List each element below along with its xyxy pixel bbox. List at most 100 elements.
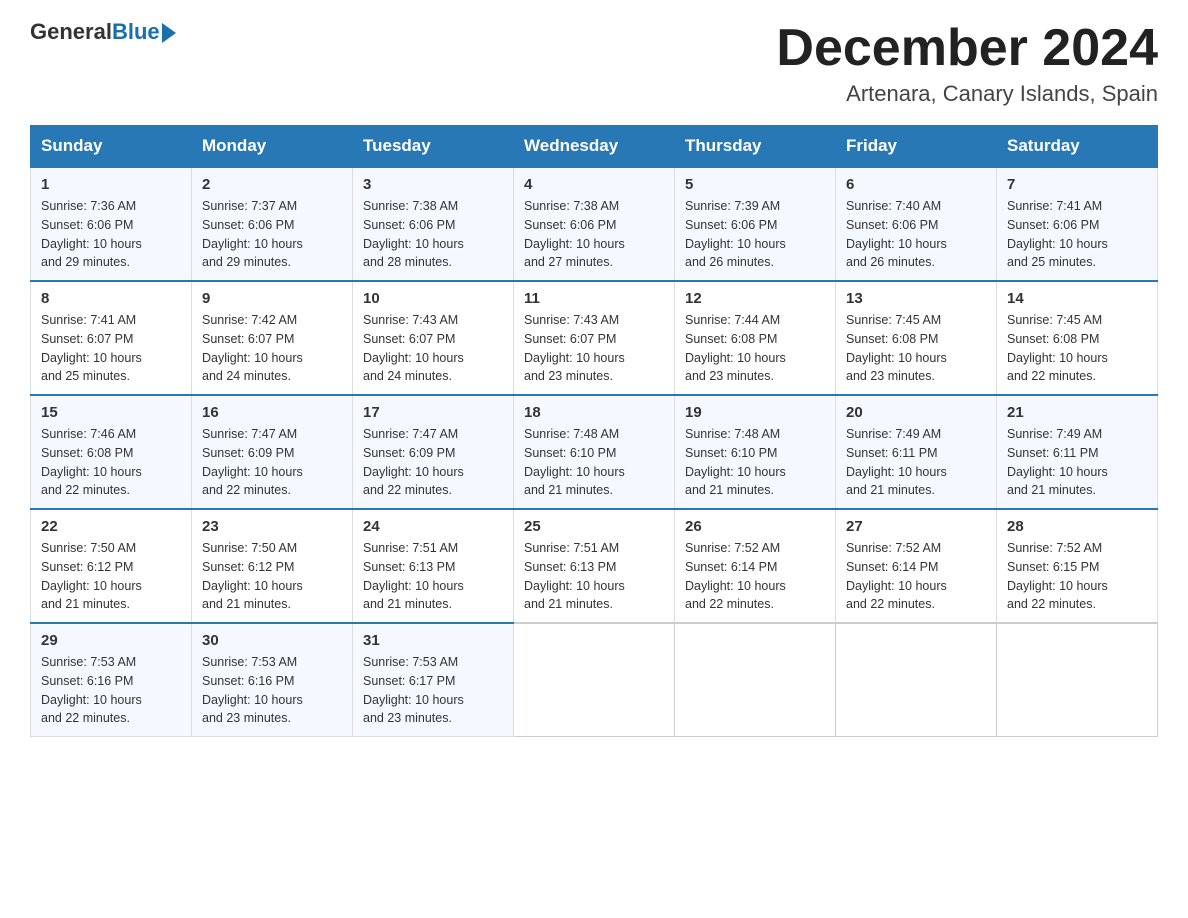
- calendar-cell: 4 Sunrise: 7:38 AM Sunset: 6:06 PM Dayli…: [514, 167, 675, 281]
- day-info: Sunrise: 7:50 AM Sunset: 6:12 PM Dayligh…: [202, 539, 342, 614]
- calendar-cell: 5 Sunrise: 7:39 AM Sunset: 6:06 PM Dayli…: [675, 167, 836, 281]
- day-number: 18: [524, 404, 664, 421]
- col-sunday: Sunday: [31, 126, 192, 168]
- day-number: 27: [846, 518, 986, 535]
- day-number: 1: [41, 176, 181, 193]
- title-block: December 2024 Artenara, Canary Islands, …: [776, 20, 1158, 107]
- calendar-cell: [514, 623, 675, 737]
- calendar-cell: 7 Sunrise: 7:41 AM Sunset: 6:06 PM Dayli…: [997, 167, 1158, 281]
- day-number: 29: [41, 632, 181, 649]
- day-info: Sunrise: 7:44 AM Sunset: 6:08 PM Dayligh…: [685, 311, 825, 386]
- day-number: 13: [846, 290, 986, 307]
- day-number: 23: [202, 518, 342, 535]
- day-number: 15: [41, 404, 181, 421]
- day-number: 7: [1007, 176, 1147, 193]
- day-info: Sunrise: 7:43 AM Sunset: 6:07 PM Dayligh…: [524, 311, 664, 386]
- calendar-cell: 16 Sunrise: 7:47 AM Sunset: 6:09 PM Dayl…: [192, 395, 353, 509]
- calendar-cell: 19 Sunrise: 7:48 AM Sunset: 6:10 PM Dayl…: [675, 395, 836, 509]
- day-info: Sunrise: 7:38 AM Sunset: 6:06 PM Dayligh…: [363, 197, 503, 272]
- calendar-cell: 30 Sunrise: 7:53 AM Sunset: 6:16 PM Dayl…: [192, 623, 353, 737]
- day-number: 12: [685, 290, 825, 307]
- day-info: Sunrise: 7:42 AM Sunset: 6:07 PM Dayligh…: [202, 311, 342, 386]
- day-info: Sunrise: 7:53 AM Sunset: 6:16 PM Dayligh…: [41, 653, 181, 728]
- day-number: 14: [1007, 290, 1147, 307]
- logo-arrow-icon: [162, 23, 176, 43]
- day-number: 10: [363, 290, 503, 307]
- day-info: Sunrise: 7:53 AM Sunset: 6:16 PM Dayligh…: [202, 653, 342, 728]
- day-info: Sunrise: 7:49 AM Sunset: 6:11 PM Dayligh…: [846, 425, 986, 500]
- col-wednesday: Wednesday: [514, 126, 675, 168]
- day-number: 6: [846, 176, 986, 193]
- day-info: Sunrise: 7:48 AM Sunset: 6:10 PM Dayligh…: [685, 425, 825, 500]
- day-info: Sunrise: 7:37 AM Sunset: 6:06 PM Dayligh…: [202, 197, 342, 272]
- calendar-cell: 27 Sunrise: 7:52 AM Sunset: 6:14 PM Dayl…: [836, 509, 997, 623]
- day-number: 25: [524, 518, 664, 535]
- calendar-cell: 6 Sunrise: 7:40 AM Sunset: 6:06 PM Dayli…: [836, 167, 997, 281]
- week-row-1: 1 Sunrise: 7:36 AM Sunset: 6:06 PM Dayli…: [31, 167, 1158, 281]
- logo-text: GeneralBlue: [30, 20, 160, 44]
- day-number: 3: [363, 176, 503, 193]
- location-subtitle: Artenara, Canary Islands, Spain: [776, 81, 1158, 107]
- day-info: Sunrise: 7:52 AM Sunset: 6:14 PM Dayligh…: [846, 539, 986, 614]
- week-row-5: 29 Sunrise: 7:53 AM Sunset: 6:16 PM Dayl…: [31, 623, 1158, 737]
- day-info: Sunrise: 7:53 AM Sunset: 6:17 PM Dayligh…: [363, 653, 503, 728]
- day-info: Sunrise: 7:45 AM Sunset: 6:08 PM Dayligh…: [1007, 311, 1147, 386]
- day-info: Sunrise: 7:46 AM Sunset: 6:08 PM Dayligh…: [41, 425, 181, 500]
- calendar-cell: 9 Sunrise: 7:42 AM Sunset: 6:07 PM Dayli…: [192, 281, 353, 395]
- calendar-cell: 17 Sunrise: 7:47 AM Sunset: 6:09 PM Dayl…: [353, 395, 514, 509]
- week-row-2: 8 Sunrise: 7:41 AM Sunset: 6:07 PM Dayli…: [31, 281, 1158, 395]
- calendar-table: Sunday Monday Tuesday Wednesday Thursday…: [30, 125, 1158, 737]
- calendar-cell: 11 Sunrise: 7:43 AM Sunset: 6:07 PM Dayl…: [514, 281, 675, 395]
- calendar-cell: [836, 623, 997, 737]
- calendar-cell: 10 Sunrise: 7:43 AM Sunset: 6:07 PM Dayl…: [353, 281, 514, 395]
- day-number: 20: [846, 404, 986, 421]
- day-number: 9: [202, 290, 342, 307]
- day-info: Sunrise: 7:52 AM Sunset: 6:14 PM Dayligh…: [685, 539, 825, 614]
- calendar-cell: 21 Sunrise: 7:49 AM Sunset: 6:11 PM Dayl…: [997, 395, 1158, 509]
- calendar-cell: 15 Sunrise: 7:46 AM Sunset: 6:08 PM Dayl…: [31, 395, 192, 509]
- day-info: Sunrise: 7:43 AM Sunset: 6:07 PM Dayligh…: [363, 311, 503, 386]
- day-info: Sunrise: 7:39 AM Sunset: 6:06 PM Dayligh…: [685, 197, 825, 272]
- day-number: 28: [1007, 518, 1147, 535]
- calendar-cell: [675, 623, 836, 737]
- day-info: Sunrise: 7:49 AM Sunset: 6:11 PM Dayligh…: [1007, 425, 1147, 500]
- day-number: 16: [202, 404, 342, 421]
- day-number: 22: [41, 518, 181, 535]
- day-info: Sunrise: 7:45 AM Sunset: 6:08 PM Dayligh…: [846, 311, 986, 386]
- col-thursday: Thursday: [675, 126, 836, 168]
- calendar-cell: 12 Sunrise: 7:44 AM Sunset: 6:08 PM Dayl…: [675, 281, 836, 395]
- calendar-cell: 24 Sunrise: 7:51 AM Sunset: 6:13 PM Dayl…: [353, 509, 514, 623]
- month-title: December 2024: [776, 20, 1158, 77]
- calendar-cell: 31 Sunrise: 7:53 AM Sunset: 6:17 PM Dayl…: [353, 623, 514, 737]
- calendar-header-row: Sunday Monday Tuesday Wednesday Thursday…: [31, 126, 1158, 168]
- col-friday: Friday: [836, 126, 997, 168]
- day-number: 2: [202, 176, 342, 193]
- calendar-cell: 3 Sunrise: 7:38 AM Sunset: 6:06 PM Dayli…: [353, 167, 514, 281]
- day-info: Sunrise: 7:51 AM Sunset: 6:13 PM Dayligh…: [363, 539, 503, 614]
- col-tuesday: Tuesday: [353, 126, 514, 168]
- calendar-cell: 26 Sunrise: 7:52 AM Sunset: 6:14 PM Dayl…: [675, 509, 836, 623]
- calendar-cell: 18 Sunrise: 7:48 AM Sunset: 6:10 PM Dayl…: [514, 395, 675, 509]
- calendar-cell: 22 Sunrise: 7:50 AM Sunset: 6:12 PM Dayl…: [31, 509, 192, 623]
- day-info: Sunrise: 7:52 AM Sunset: 6:15 PM Dayligh…: [1007, 539, 1147, 614]
- day-info: Sunrise: 7:47 AM Sunset: 6:09 PM Dayligh…: [363, 425, 503, 500]
- calendar-cell: 2 Sunrise: 7:37 AM Sunset: 6:06 PM Dayli…: [192, 167, 353, 281]
- page-header: GeneralBlue December 2024 Artenara, Cana…: [30, 20, 1158, 107]
- day-info: Sunrise: 7:41 AM Sunset: 6:06 PM Dayligh…: [1007, 197, 1147, 272]
- day-number: 19: [685, 404, 825, 421]
- day-number: 5: [685, 176, 825, 193]
- day-info: Sunrise: 7:47 AM Sunset: 6:09 PM Dayligh…: [202, 425, 342, 500]
- week-row-3: 15 Sunrise: 7:46 AM Sunset: 6:08 PM Dayl…: [31, 395, 1158, 509]
- day-info: Sunrise: 7:36 AM Sunset: 6:06 PM Dayligh…: [41, 197, 181, 272]
- calendar-cell: 29 Sunrise: 7:53 AM Sunset: 6:16 PM Dayl…: [31, 623, 192, 737]
- day-number: 30: [202, 632, 342, 649]
- day-number: 17: [363, 404, 503, 421]
- day-info: Sunrise: 7:51 AM Sunset: 6:13 PM Dayligh…: [524, 539, 664, 614]
- col-monday: Monday: [192, 126, 353, 168]
- logo: GeneralBlue: [30, 20, 176, 44]
- day-number: 11: [524, 290, 664, 307]
- calendar-cell: 28 Sunrise: 7:52 AM Sunset: 6:15 PM Dayl…: [997, 509, 1158, 623]
- col-saturday: Saturday: [997, 126, 1158, 168]
- day-number: 26: [685, 518, 825, 535]
- day-info: Sunrise: 7:38 AM Sunset: 6:06 PM Dayligh…: [524, 197, 664, 272]
